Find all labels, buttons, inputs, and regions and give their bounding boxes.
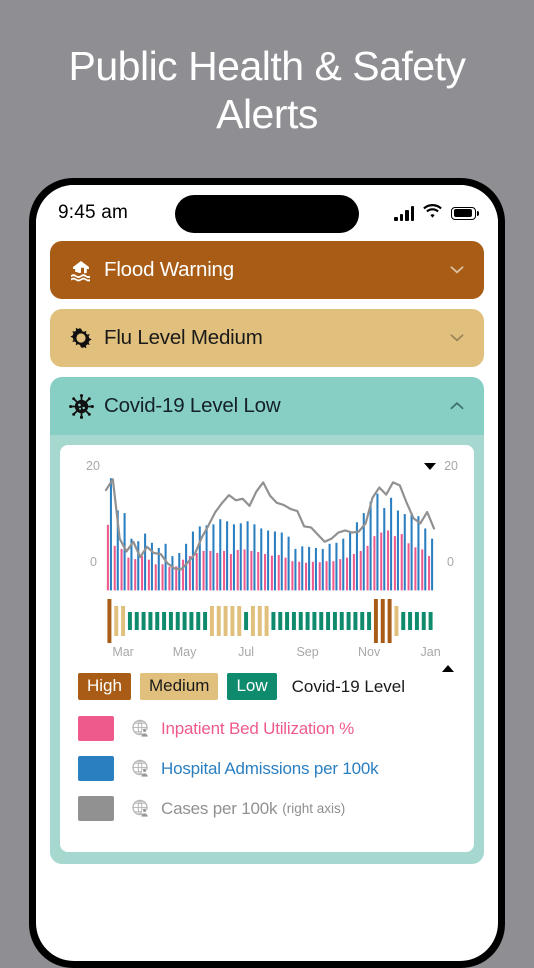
alert-card-flood[interactable]: Flood Warning [50,241,484,299]
legend-level-medium[interactable]: Medium [139,673,219,701]
chart-left-axis-min: 0 [90,555,97,569]
legend-level-high[interactable]: High [78,673,131,701]
month-tick-may: May [172,645,197,659]
legend-series-admissions[interactable]: Hospital Admissions per 100k [78,756,456,782]
globe-person-icon [130,798,152,820]
legend-levels-caption: Covid-19 Level [291,676,406,696]
battery-icon [451,206,479,220]
phone-mute-switch[interactable] [29,308,32,340]
alert-title-covid: Covid-19 Level Low [104,394,281,417]
month-tick-sep: Sep [296,645,319,659]
level-band-svg [107,599,433,643]
legend-label-cases: Cases per 100k [161,798,278,818]
chart-left-axis-max: 20 [86,459,100,473]
legend-label-inpatient: Inpatient Bed Utilization % [161,718,355,738]
globe-person-icon [130,758,152,780]
covid-level-band-strip [106,599,434,643]
status-bar: 9:45 am [36,185,498,241]
phone-power-button[interactable] [502,386,505,474]
status-bar-indicators [394,203,479,223]
legend-swatch-inpatient [78,716,114,742]
legend-levels-row: High Medium Low Covid-19 Level [78,673,456,701]
legend-label-admissions: Hospital Admissions per 100k [161,758,379,778]
flood-house-icon [68,257,94,283]
chart-right-axis-min: 0 [447,555,454,569]
phone-screen: 9:45 am Flood Warning Flu Level Medium C… [36,185,498,961]
alert-title-flu: Flu Level Medium [104,326,263,349]
legend-level-low[interactable]: Low [227,673,277,701]
legend-swatch-admissions [78,756,114,782]
covid-detail-panel: 20 0 20 0 Mar May Jul Sep Nov Jan High M… [50,435,484,865]
chart-right-axis-max: 20 [444,459,458,473]
page-title: Public Health & Safety Alerts [68,43,466,137]
globe-person-icon [130,718,152,740]
covid-chart-card: 20 0 20 0 Mar May Jul Sep Nov Jan High M… [60,445,474,853]
chart-legend: High Medium Low Covid-19 Level Inpatient… [72,659,462,822]
legend-series-cases[interactable]: Cases per 100k (right axis) [78,796,456,822]
alert-card-covid[interactable]: Covid-19 Level Low [50,377,484,435]
phone-volume-down-button[interactable] [29,432,32,490]
month-tick-mar: Mar [112,645,134,659]
coronavirus-icon [68,393,94,419]
month-tick-jan: Jan [420,645,441,659]
alert-title-flood: Flood Warning [104,258,234,281]
month-tick-jul: Jul [238,645,255,659]
alerts-list: Flood Warning Flu Level Medium Covid-19 … [36,241,498,865]
legend-series-inpatient[interactable]: Inpatient Bed Utilization % [78,716,456,742]
triangle-up-icon[interactable] [442,665,454,672]
phone-volume-up-button[interactable] [29,362,32,420]
status-bar-clock: 9:45 am [58,202,129,223]
chart-month-axis: Mar May Jul Sep Nov Jan [106,645,440,663]
virus-icon [68,325,94,351]
phone-frame: 9:45 am Flood Warning Flu Level Medium C… [29,178,505,968]
wifi-icon [423,203,442,223]
alert-card-flu[interactable]: Flu Level Medium [50,309,484,367]
dynamic-island [175,195,359,233]
chevron-down-icon[interactable] [448,261,466,279]
month-tick-nov: Nov [357,645,381,659]
legend-sublabel-cases: (right axis) [282,801,346,817]
chart-plot-area [106,467,434,595]
chart-series-svg [106,467,434,591]
chevron-down-icon[interactable] [448,329,466,347]
covid-chart[interactable]: 20 0 20 0 Mar May Jul Sep Nov Jan [72,459,462,672]
cellular-signal-icon [394,205,414,221]
legend-swatch-cases [78,796,114,822]
chevron-up-icon[interactable] [448,397,466,415]
